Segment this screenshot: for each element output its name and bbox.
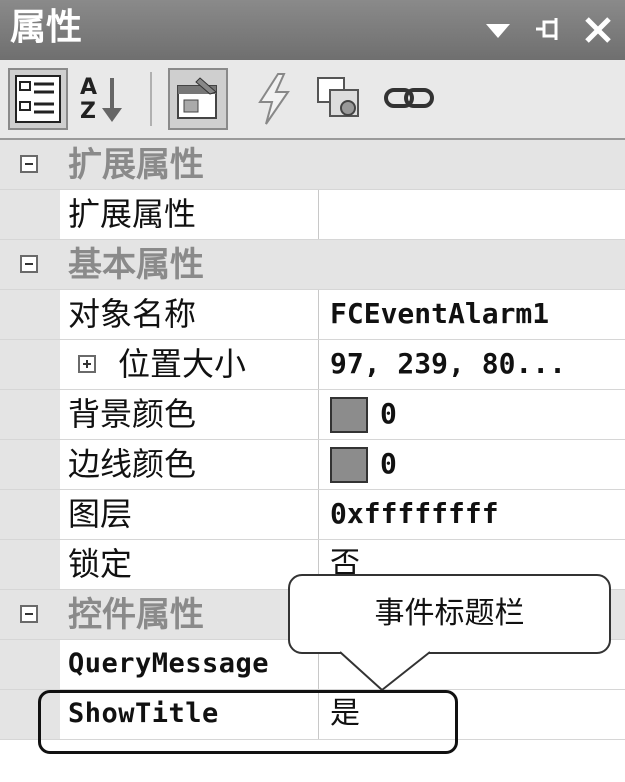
category-basic-properties[interactable]: 基本属性	[0, 240, 625, 290]
title-bar: 属性	[0, 0, 625, 60]
toolbar: A Z	[0, 60, 625, 140]
property-value[interactable]: 0	[330, 440, 397, 489]
property-value[interactable]: 0	[330, 390, 397, 439]
properties-button[interactable]	[168, 68, 228, 130]
property-name: 扩展属性	[68, 195, 197, 233]
property-name: 边线颜色	[68, 445, 197, 483]
color-swatch	[330, 397, 368, 433]
property-value[interactable]: 97, 239, 80...	[330, 340, 566, 389]
alphabetical-sort-icon: A Z	[80, 75, 122, 124]
close-icon[interactable]	[578, 10, 618, 50]
expand-toggle-icon[interactable]	[78, 355, 96, 373]
categorized-button[interactable]	[8, 68, 68, 130]
property-row[interactable]: 位置大小 97, 239, 80...	[0, 340, 625, 390]
link-icon	[384, 88, 434, 108]
category-label: 基本属性	[68, 245, 204, 285]
events-button[interactable]	[244, 68, 304, 130]
showtitle-highlight-box	[38, 690, 458, 754]
collapse-toggle-icon[interactable]	[20, 255, 38, 273]
property-pages-icon	[317, 77, 359, 117]
property-row[interactable]: 对象名称 FCEventAlarm1	[0, 290, 625, 340]
color-swatch	[330, 447, 368, 483]
property-row[interactable]: 边线颜色 0	[0, 440, 625, 490]
property-row[interactable]: 图层 0xffffffff	[0, 490, 625, 540]
toolbar-separator	[150, 72, 152, 126]
callout-text: 事件标题栏	[374, 596, 525, 631]
link-button[interactable]	[380, 68, 440, 130]
property-name: 背景颜色	[68, 395, 197, 433]
sort-letter-z: Z	[80, 99, 96, 124]
category-label: 控件属性	[68, 595, 204, 635]
property-name: 对象名称	[68, 295, 197, 333]
property-name: 锁定	[68, 545, 133, 583]
category-label: 扩展属性	[68, 145, 204, 185]
categorized-icon	[15, 75, 61, 123]
sort-letter-a: A	[80, 75, 97, 100]
alphabetical-button[interactable]: A Z	[72, 68, 132, 130]
category-extended-properties[interactable]: 扩展属性	[0, 140, 625, 190]
property-name: 图层	[68, 495, 133, 533]
pin-icon[interactable]	[530, 10, 570, 50]
property-value[interactable]: 0xffffffff	[330, 490, 499, 539]
property-value[interactable]: FCEventAlarm1	[330, 290, 549, 339]
collapse-toggle-icon[interactable]	[20, 155, 38, 173]
dropdown-arrow-icon[interactable]	[478, 10, 518, 50]
callout-pointer	[339, 651, 431, 692]
properties-icon	[177, 77, 217, 119]
panel-title: 属性	[10, 7, 83, 48]
property-name: QueryMessage	[68, 648, 270, 679]
property-row[interactable]: 背景颜色 0	[0, 390, 625, 440]
annotation-callout: 事件标题栏	[288, 574, 611, 654]
events-lightning-icon	[258, 73, 290, 125]
property-pages-button[interactable]	[310, 68, 370, 130]
collapse-toggle-icon[interactable]	[20, 605, 38, 623]
property-row[interactable]: 扩展属性	[0, 190, 625, 240]
